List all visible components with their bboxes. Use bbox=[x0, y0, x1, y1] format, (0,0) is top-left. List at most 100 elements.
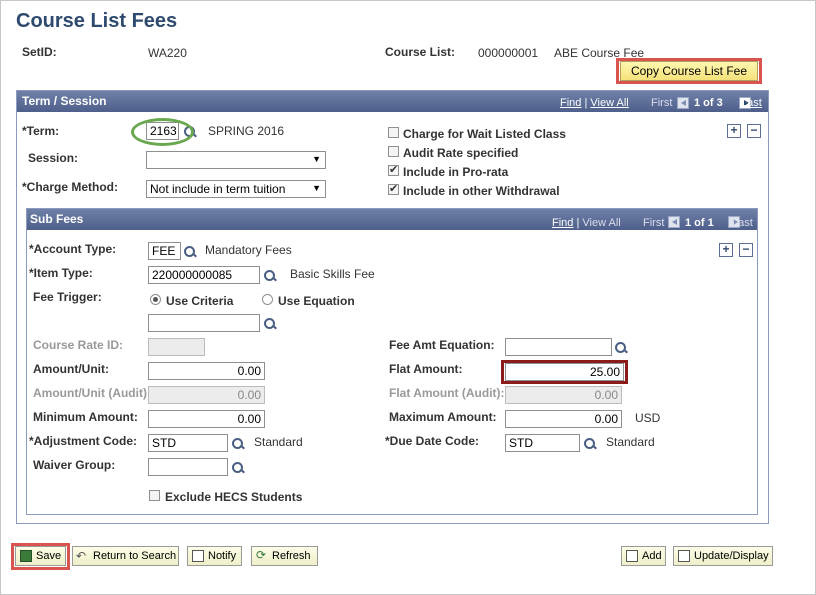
account-type-lookup-icon[interactable] bbox=[183, 245, 197, 259]
flat-amount-label: Flat Amount: bbox=[389, 362, 463, 376]
course-rate-id-label: Course Rate ID: bbox=[33, 338, 124, 352]
last-link[interactable]: Last bbox=[741, 97, 762, 109]
use-criteria-label: Use Criteria bbox=[166, 294, 234, 308]
account-type-label: *Account Type: bbox=[29, 242, 117, 256]
update-display-label: Update/Display bbox=[694, 550, 769, 562]
adjustment-code-lookup-icon[interactable] bbox=[231, 437, 245, 451]
return-search-icon: ↶ bbox=[76, 549, 87, 563]
update-display-icon bbox=[678, 550, 690, 562]
refresh-button[interactable]: ⟳ Refresh bbox=[251, 546, 318, 566]
sub-row-counter: 1 of 1 bbox=[685, 217, 714, 229]
view-all-link[interactable]: View All bbox=[590, 97, 628, 109]
sub-view-all: View All bbox=[582, 217, 621, 229]
item-type-input[interactable]: 220000000085 bbox=[148, 266, 260, 284]
find-link[interactable]: Find bbox=[560, 97, 581, 109]
pro-rata-label: Include in Pro-rata bbox=[403, 165, 509, 179]
fee-amt-equation-label: Fee Amt Equation: bbox=[389, 338, 495, 352]
waiver-group-input[interactable] bbox=[148, 458, 228, 476]
adjustment-code-desc: Standard bbox=[254, 435, 303, 449]
other-withdrawal-label: Include in other Withdrawal bbox=[403, 184, 560, 198]
sub-prev-arrow-icon bbox=[668, 215, 680, 228]
sub-fees-header: Sub Fees Find | View All First 1 of 1 La… bbox=[27, 209, 757, 230]
add-icon bbox=[626, 550, 638, 562]
due-date-code-label: *Due Date Code: bbox=[385, 434, 480, 448]
fee-amt-equation-lookup-icon[interactable] bbox=[614, 341, 628, 355]
use-equation-radio[interactable] bbox=[262, 294, 273, 305]
currency-label: USD bbox=[635, 411, 661, 425]
maximum-amount-input[interactable]: 0.00 bbox=[505, 410, 622, 428]
setid-label: SetID: bbox=[22, 45, 57, 59]
use-equation-label: Use Equation bbox=[278, 294, 355, 308]
criteria-lookup-icon[interactable] bbox=[263, 317, 277, 331]
return-to-search-button[interactable]: ↶ Return to Search bbox=[72, 546, 179, 566]
setid-value: WA220 bbox=[148, 46, 187, 60]
due-date-code-input[interactable]: STD bbox=[505, 434, 580, 452]
session-select[interactable] bbox=[146, 151, 326, 169]
refresh-icon: ⟳ bbox=[256, 548, 267, 562]
wait-listed-checkbox[interactable] bbox=[388, 127, 399, 138]
other-withdrawal-checkbox[interactable] bbox=[388, 182, 399, 195]
notify-label: Notify bbox=[208, 550, 237, 562]
term-session-header: Term / Session Find | View All First 1 o… bbox=[17, 91, 768, 112]
wait-listed-label: Charge for Wait Listed Class bbox=[403, 127, 566, 141]
fee-amt-equation-input[interactable] bbox=[505, 338, 612, 356]
save-label: Save bbox=[36, 550, 62, 562]
item-type-desc: Basic Skills Fee bbox=[290, 267, 375, 281]
exclude-hecs-label: Exclude HECS Students bbox=[165, 490, 303, 504]
item-type-label: *Item Type: bbox=[29, 266, 93, 280]
exclude-hecs-checkbox[interactable] bbox=[149, 490, 160, 501]
audit-rate-label: Audit Rate specified bbox=[403, 146, 519, 160]
due-date-code-desc: Standard bbox=[606, 435, 655, 449]
account-type-input[interactable]: FEE bbox=[148, 242, 181, 260]
term-label: *Term: bbox=[22, 124, 60, 138]
add-label: Add bbox=[642, 550, 662, 562]
amount-unit-audit-input: 0.00 bbox=[148, 386, 265, 404]
add-row-icon[interactable]: + bbox=[727, 124, 741, 138]
notify-button[interactable]: Notify bbox=[187, 546, 242, 566]
account-type-desc: Mandatory Fees bbox=[205, 243, 292, 257]
flat-amount-audit-input: 0.00 bbox=[505, 386, 622, 404]
return-to-search-label: Return to Search bbox=[93, 550, 177, 562]
flat-amount-audit-label: Flat Amount (Audit): bbox=[389, 386, 505, 400]
charge-method-label: *Charge Method: bbox=[22, 180, 118, 194]
sub-add-row-icon[interactable]: + bbox=[719, 243, 733, 257]
term-session-title: Term / Session bbox=[22, 94, 107, 108]
amount-unit-audit-label: Amount/Unit (Audit): bbox=[33, 386, 151, 400]
adjustment-code-input[interactable]: STD bbox=[148, 434, 228, 452]
page-title: Course List Fees bbox=[16, 10, 178, 32]
maximum-amount-label: Maximum Amount: bbox=[389, 410, 497, 424]
save-icon bbox=[20, 550, 32, 562]
fee-trigger-label: Fee Trigger: bbox=[33, 290, 102, 304]
first-label: First bbox=[651, 97, 673, 109]
save-button[interactable]: Save bbox=[15, 546, 66, 566]
criteria-input[interactable] bbox=[148, 314, 260, 332]
minimum-amount-input[interactable]: 0.00 bbox=[148, 410, 265, 428]
course-rate-id-input bbox=[148, 338, 205, 356]
audit-rate-checkbox[interactable] bbox=[388, 146, 399, 157]
course-list-label: Course List: bbox=[385, 45, 456, 59]
delete-row-icon[interactable]: − bbox=[747, 124, 761, 138]
add-button[interactable]: Add bbox=[621, 546, 666, 566]
sub-last-label: Last bbox=[732, 217, 753, 229]
amount-unit-input[interactable]: 0.00 bbox=[148, 362, 265, 380]
term-highlight bbox=[131, 118, 194, 146]
pro-rata-checkbox[interactable] bbox=[388, 163, 399, 176]
due-date-code-lookup-icon[interactable] bbox=[583, 437, 597, 451]
sub-delete-row-icon[interactable]: − bbox=[739, 243, 753, 257]
session-label: Session: bbox=[28, 151, 79, 165]
flat-amount-input[interactable]: 25.00 bbox=[505, 363, 624, 381]
waiver-group-lookup-icon[interactable] bbox=[231, 461, 245, 475]
copy-course-list-fee-button[interactable]: Copy Course List Fee bbox=[620, 61, 758, 81]
use-criteria-radio[interactable] bbox=[150, 294, 161, 305]
refresh-label: Refresh bbox=[272, 550, 311, 562]
course-list-code: 000000001 bbox=[478, 46, 539, 60]
sub-find-link[interactable]: Find bbox=[552, 217, 573, 229]
item-type-lookup-icon[interactable] bbox=[263, 269, 277, 283]
term-desc: SPRING 2016 bbox=[208, 124, 285, 138]
waiver-group-label: Waiver Group: bbox=[33, 458, 116, 472]
notify-icon bbox=[192, 550, 204, 562]
prev-arrow-icon[interactable] bbox=[677, 96, 689, 109]
update-display-button[interactable]: Update/Display bbox=[673, 546, 773, 566]
charge-method-select[interactable]: Not include in term tuition bbox=[146, 180, 326, 198]
sub-fees-title: Sub Fees bbox=[30, 212, 84, 226]
